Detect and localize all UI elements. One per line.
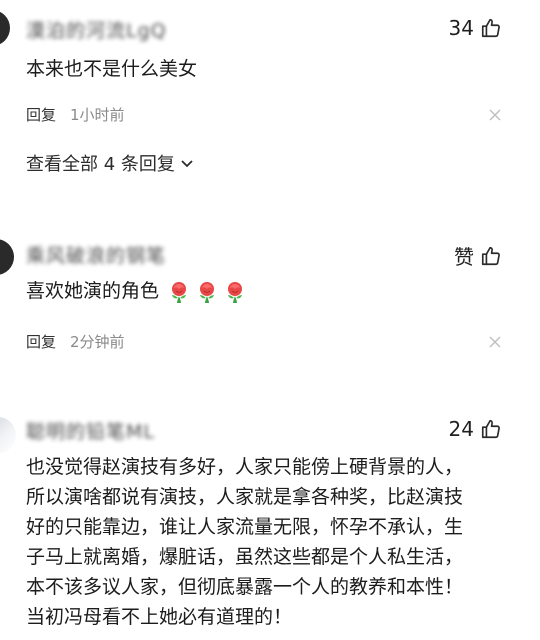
close-icon[interactable] bbox=[488, 108, 502, 122]
avatar[interactable] bbox=[0, 417, 16, 453]
emoji-group bbox=[167, 280, 247, 304]
comment-text: 喜欢她演的角色 bbox=[26, 280, 160, 302]
like-count: 34 bbox=[448, 16, 474, 40]
rose-emoji-icon bbox=[200, 281, 215, 303]
comment-text-line: 子马上就离婚，爆脏话，虽然这些都是个人私生活， bbox=[26, 546, 464, 568]
like-count: 24 bbox=[448, 417, 474, 441]
view-replies-label: 查看全部 4 条回复 bbox=[26, 154, 175, 175]
username[interactable]: 漠泊的河流LgQ bbox=[26, 16, 167, 43]
rose-emoji-icon bbox=[172, 281, 187, 303]
thumbs-up-icon bbox=[480, 418, 502, 440]
comment-meta: 回复 2分钟前 bbox=[26, 331, 125, 352]
reply-button[interactable]: 回复 bbox=[26, 331, 56, 352]
like-button[interactable]: 赞 bbox=[454, 241, 502, 270]
comment-text-line: 所以演啥都说有演技，人家就是拿各种奖，比赵演技 bbox=[26, 486, 464, 508]
comment-1: 漠泊的河流LgQ 34 本来也不是什么美女 回复 1小时前 查看全部 4 条回复 bbox=[0, 0, 540, 190]
comment-text: 本来也不是什么美女 bbox=[26, 58, 198, 80]
avatar[interactable] bbox=[0, 239, 14, 275]
timestamp: 2分钟前 bbox=[70, 333, 125, 351]
username[interactable]: 乘风破浪的钢笔 bbox=[26, 241, 166, 268]
like-button[interactable]: 24 bbox=[449, 417, 502, 441]
username[interactable]: 聪明的铅笔ML bbox=[26, 417, 155, 444]
avatar[interactable] bbox=[0, 10, 10, 46]
comment-text-line: 当初冯母看不上她必有道理的！ bbox=[26, 606, 293, 628]
comment-text: 也没觉得赵演技有多好，人家只能傍上硬背景的人， 所以演啥都说有演技，人家就是拿各… bbox=[26, 452, 463, 632]
rose-emoji-icon bbox=[228, 281, 243, 303]
thumbs-up-icon bbox=[480, 245, 502, 267]
comment-meta: 回复 1小时前 bbox=[26, 104, 125, 125]
chevron-down-icon bbox=[181, 160, 193, 168]
close-icon[interactable] bbox=[488, 335, 502, 349]
comment-text-row: 喜欢她演的角色 bbox=[26, 277, 247, 305]
reply-button[interactable]: 回复 bbox=[26, 104, 56, 125]
comment-3: 聪明的铅笔ML 24 也没觉得赵演技有多好，人家只能傍上硬背景的人， 所以演啥都… bbox=[0, 405, 540, 640]
comment-text-line: 也没觉得赵演技有多好，人家只能傍上硬背景的人， bbox=[26, 456, 464, 478]
comment-2: 乘风破浪的钢笔 赞 喜欢她演的角色 回复 2分钟前 bbox=[0, 225, 540, 375]
like-button[interactable]: 34 bbox=[449, 16, 502, 40]
view-replies-button[interactable]: 查看全部 4 条回复 bbox=[26, 150, 195, 176]
comment-text-line: 本不该多议人家，但彻底暴露一个人的教养和本性！ bbox=[26, 576, 464, 598]
thumbs-up-icon bbox=[480, 17, 502, 39]
comment-text-line: 好的只能靠边，谁让人家流量无限，怀孕不承认，生 bbox=[26, 516, 464, 538]
timestamp: 1小时前 bbox=[70, 106, 125, 124]
like-label: 赞 bbox=[454, 245, 474, 269]
